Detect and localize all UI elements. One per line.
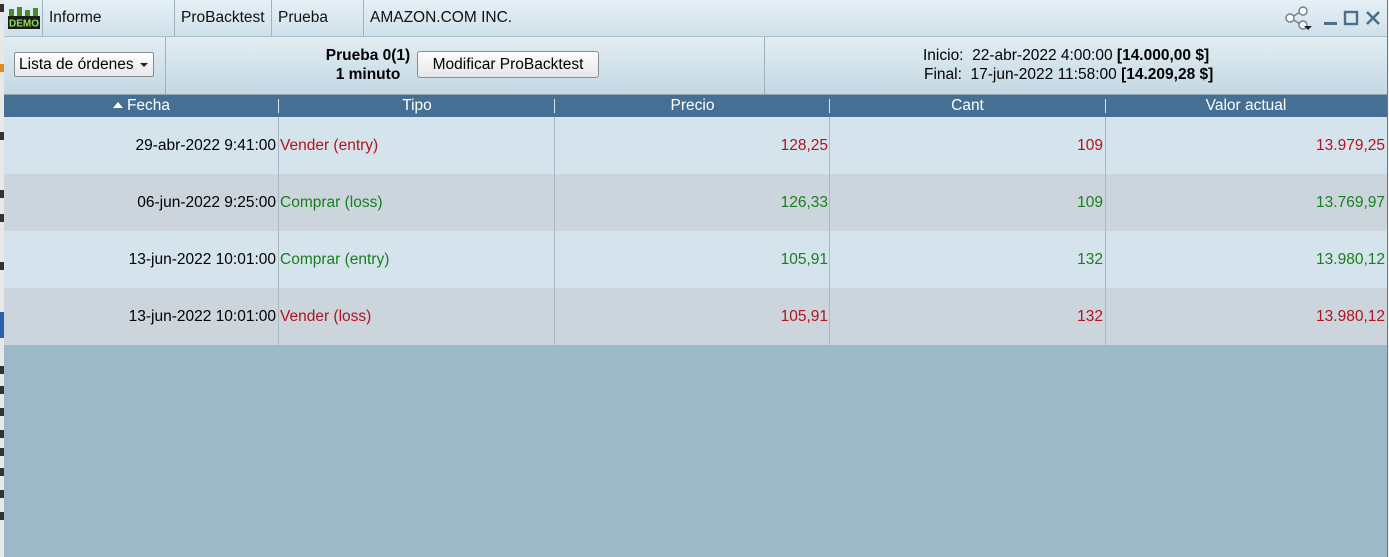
- column-divider: [278, 231, 279, 288]
- share-icon[interactable]: [1284, 6, 1314, 30]
- end-label: Final:: [924, 66, 962, 83]
- column-header-precio[interactable]: Precio: [555, 95, 830, 117]
- close-icon[interactable]: [1364, 6, 1382, 30]
- end-date: 17-jun-2022 11:58:00: [970, 66, 1117, 83]
- tab-test[interactable]: Prueba 0(1): [271, 0, 363, 62]
- start-label: Inicio:: [923, 47, 964, 64]
- demo-logo-icon: DEMO: [8, 7, 40, 30]
- maximize-icon[interactable]: [1343, 6, 1361, 30]
- cell-cant: 132: [1077, 251, 1103, 268]
- cell-fecha: 13-jun-2022 10:01:00: [128, 308, 276, 325]
- table-row[interactable]: 13-jun-2022 10:01:00 Vender (loss) 105,9…: [4, 288, 1387, 345]
- tab-detailed-report[interactable]: Informe detallado: [42, 0, 174, 62]
- start-date: 22-abr-2022 4:00:00: [972, 47, 1113, 64]
- cell-tipo: Vender (entry): [280, 137, 379, 154]
- test-name: Prueba 0(1): [325, 47, 411, 64]
- end-value: [14.209,28 $]: [1121, 66, 1214, 83]
- cell-tipo: Comprar (loss): [280, 194, 383, 211]
- column-divider: [278, 117, 279, 174]
- order-list-select[interactable]: Lista de órdenes: [14, 52, 154, 77]
- instrument-name: AMAZON.COM INC.: [363, 0, 523, 36]
- cell-valor-actual: 13.979,25: [1316, 137, 1385, 154]
- column-divider: [278, 288, 279, 345]
- column-header-valor-actual[interactable]: Valor actual: [1106, 95, 1386, 117]
- tab-probacktest[interactable]: ProBacktest: [174, 0, 271, 36]
- cell-fecha: 29-abr-2022 9:41:00: [135, 137, 276, 154]
- report-toolbar: Lista de órdenes Prueba 0(1) 1 minuto Mo…: [4, 37, 1387, 95]
- chevron-down-icon: [140, 63, 148, 67]
- cell-tipo: Comprar (entry): [280, 251, 390, 268]
- svg-text:DEMO: DEMO: [9, 19, 39, 30]
- cell-fecha: 06-jun-2022 9:25:00: [137, 194, 276, 211]
- sort-ascending-icon: [112, 102, 123, 108]
- order-list-select-value: Lista de órdenes: [19, 56, 134, 73]
- column-header-tipo[interactable]: Tipo: [279, 95, 555, 117]
- table-row[interactable]: 06-jun-2022 9:25:00 Comprar (loss) 126,3…: [4, 174, 1387, 231]
- column-divider: [278, 174, 279, 231]
- start-info: Inicio: 22-abr-2022 4:00:00 [14.000,00 $…: [923, 47, 1209, 65]
- cell-fecha: 13-jun-2022 10:01:00: [128, 251, 276, 268]
- orders-table-body: 29-abr-2022 9:41:00 Vender (entry) 128,2…: [4, 117, 1387, 345]
- detailed-report-window: DEMO Informe detallado ProBacktest Prueb…: [4, 0, 1388, 557]
- cell-precio: 105,91: [780, 251, 828, 268]
- cell-cant: 132: [1077, 308, 1103, 325]
- table-row[interactable]: 13-jun-2022 10:01:00 Comprar (entry) 105…: [4, 231, 1387, 288]
- orders-table-header: Fecha Tipo Precio Cant Valor actual: [4, 95, 1387, 117]
- test-timeframe: 1 minuto: [335, 66, 401, 83]
- cell-precio: 105,91: [780, 308, 828, 325]
- start-value: [14.000,00 $]: [1116, 47, 1210, 64]
- cell-valor-actual: 13.980,12: [1316, 308, 1385, 325]
- toolbar-divider: [165, 37, 166, 94]
- cell-valor-actual: 13.769,97: [1316, 194, 1385, 211]
- column-header-cant[interactable]: Cant: [830, 95, 1105, 117]
- cell-precio: 128,25: [780, 137, 828, 154]
- column-header-fecha[interactable]: Fecha: [4, 95, 279, 117]
- end-info: Final: 17-jun-2022 11:58:00 [14.209,28 $…: [924, 66, 1213, 84]
- toolbar-divider: [764, 37, 765, 94]
- cell-valor-actual: 13.980,12: [1316, 251, 1385, 268]
- minimize-icon[interactable]: [1322, 6, 1340, 30]
- cell-cant: 109: [1077, 137, 1103, 154]
- cell-cant: 109: [1077, 194, 1103, 211]
- title-bar: DEMO Informe detallado ProBacktest Prueb…: [4, 0, 1387, 62]
- modify-probacktest-button[interactable]: Modificar ProBacktest: [417, 51, 599, 78]
- cell-precio: 126,33: [780, 194, 828, 211]
- table-row[interactable]: 29-abr-2022 9:41:00 Vender (entry) 128,2…: [4, 117, 1387, 174]
- cell-tipo: Vender (loss): [280, 308, 372, 325]
